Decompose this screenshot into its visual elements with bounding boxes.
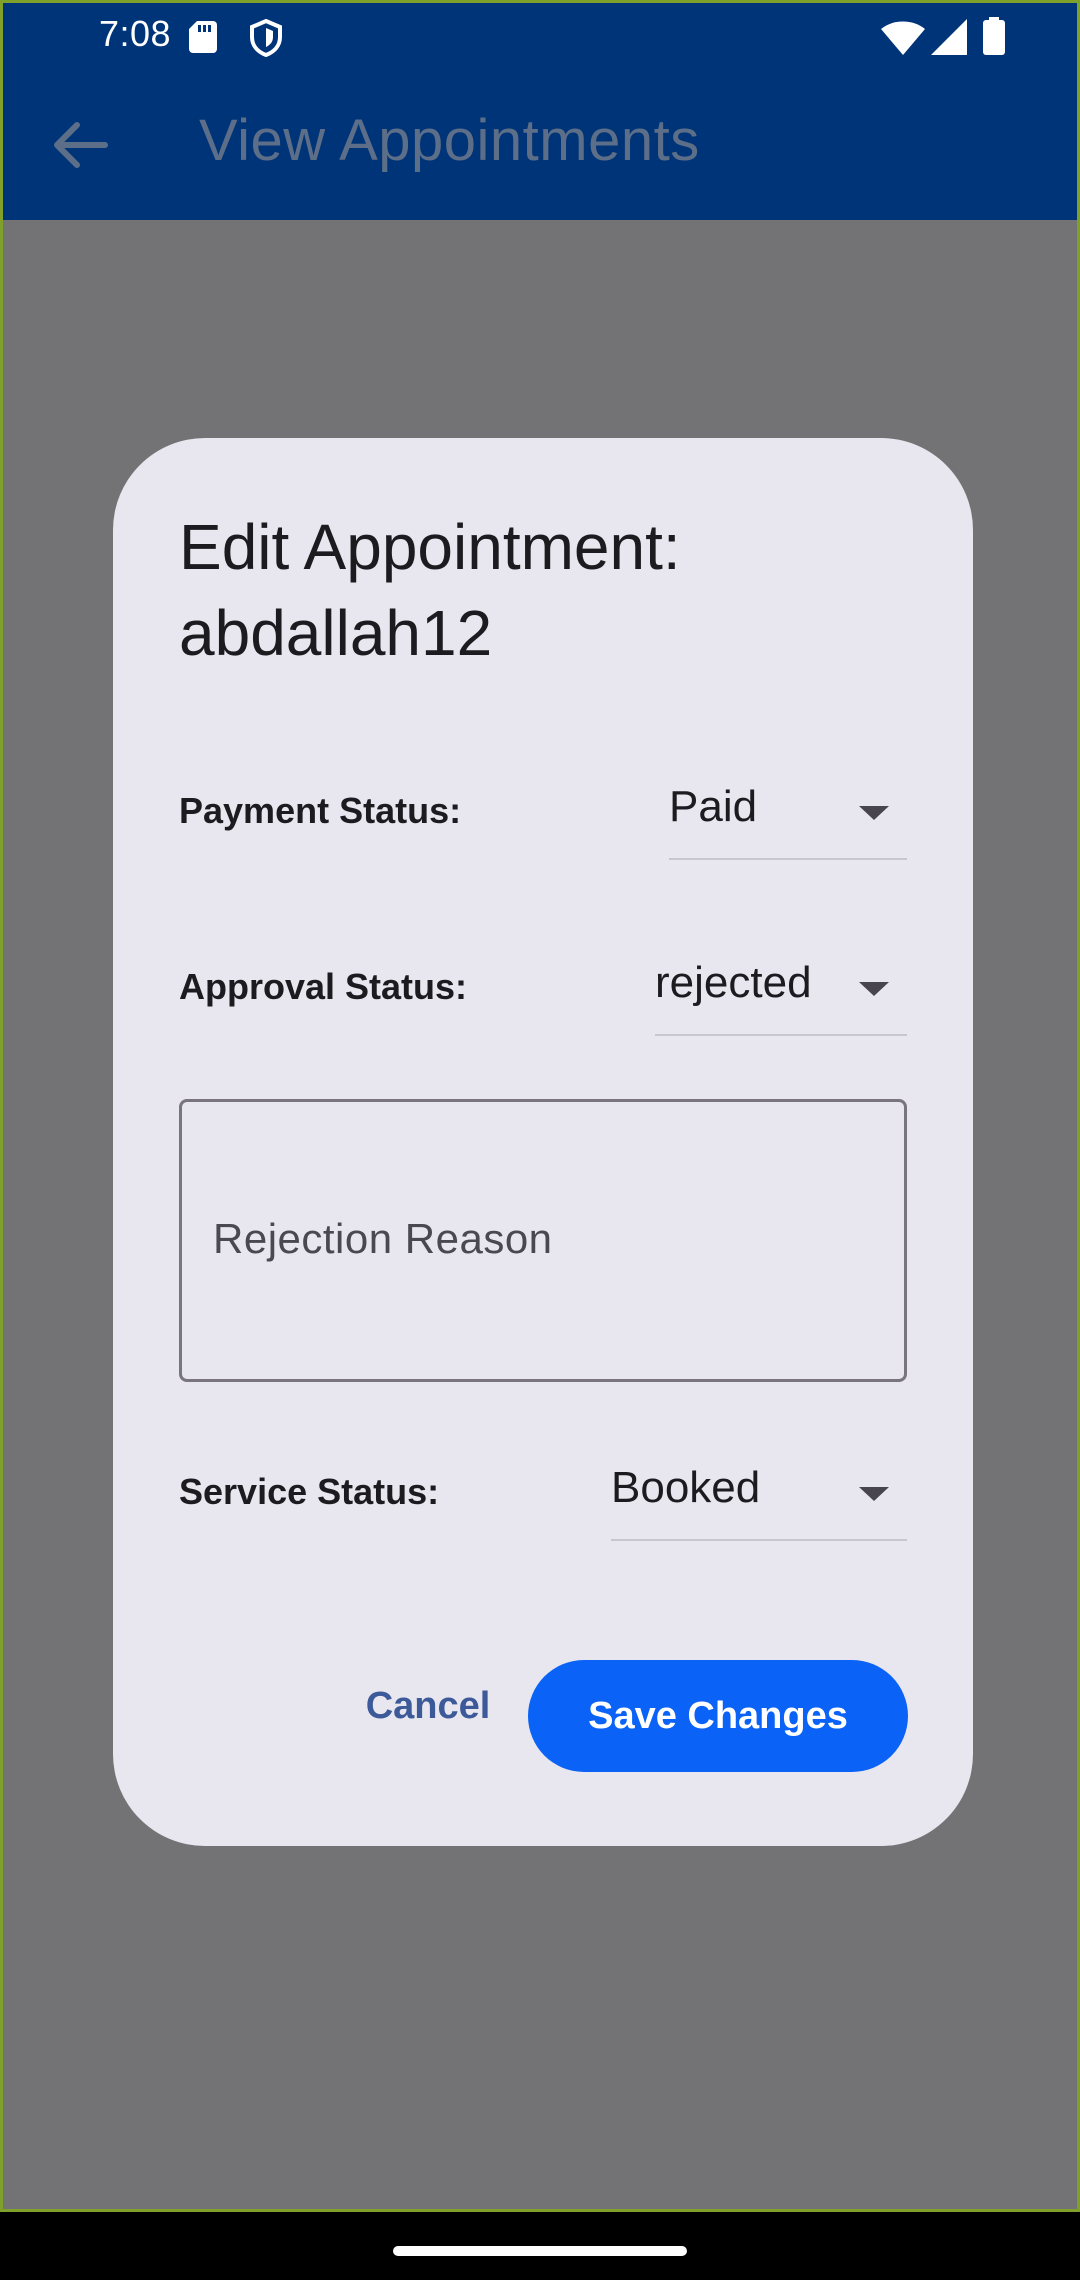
shield-icon bbox=[250, 19, 282, 57]
service-status-value: Booked bbox=[611, 1463, 761, 1512]
sd-card-icon bbox=[189, 21, 217, 53]
navigation-bar bbox=[0, 2212, 1080, 2280]
service-status-dropdown[interactable]: Booked bbox=[611, 1457, 907, 1541]
screen: 7:08 View Appointments Edit Appointment:… bbox=[0, 0, 1080, 2212]
battery-icon bbox=[983, 17, 1005, 55]
caret-down-icon bbox=[859, 982, 889, 996]
dialog-title: Edit Appointment: abdallah12 bbox=[179, 511, 681, 669]
caret-down-icon bbox=[859, 806, 889, 820]
signal-icon bbox=[931, 19, 967, 55]
service-status-label: Service Status: bbox=[179, 1471, 440, 1512]
approval-status-value: rejected bbox=[655, 958, 812, 1007]
arrow-back-icon[interactable] bbox=[49, 119, 109, 171]
caret-down-icon bbox=[859, 1487, 889, 1501]
wifi-icon bbox=[881, 21, 925, 55]
status-bar: 7:08 bbox=[3, 3, 1077, 69]
status-time: 7:08 bbox=[99, 13, 172, 54]
rejection-reason-input[interactable]: Rejection Reason bbox=[179, 1099, 907, 1382]
page-title: View Appointments bbox=[199, 108, 700, 173]
home-indicator[interactable] bbox=[393, 2246, 687, 2256]
save-changes-button[interactable]: Save Changes bbox=[528, 1660, 908, 1772]
cancel-button[interactable]: Cancel bbox=[333, 1671, 523, 1741]
payment-status-value: Paid bbox=[669, 782, 758, 831]
edit-appointment-dialog: Edit Appointment: abdallah12 Payment Sta… bbox=[113, 438, 973, 1846]
payment-status-label: Payment Status: bbox=[179, 790, 462, 831]
payment-status-dropdown[interactable]: Paid bbox=[669, 776, 907, 860]
app-bar: 7:08 View Appointments bbox=[3, 3, 1077, 220]
approval-status-label: Approval Status: bbox=[179, 966, 468, 1007]
rejection-reason-placeholder: Rejection Reason bbox=[213, 1215, 553, 1262]
approval-status-dropdown[interactable]: rejected bbox=[655, 952, 907, 1036]
